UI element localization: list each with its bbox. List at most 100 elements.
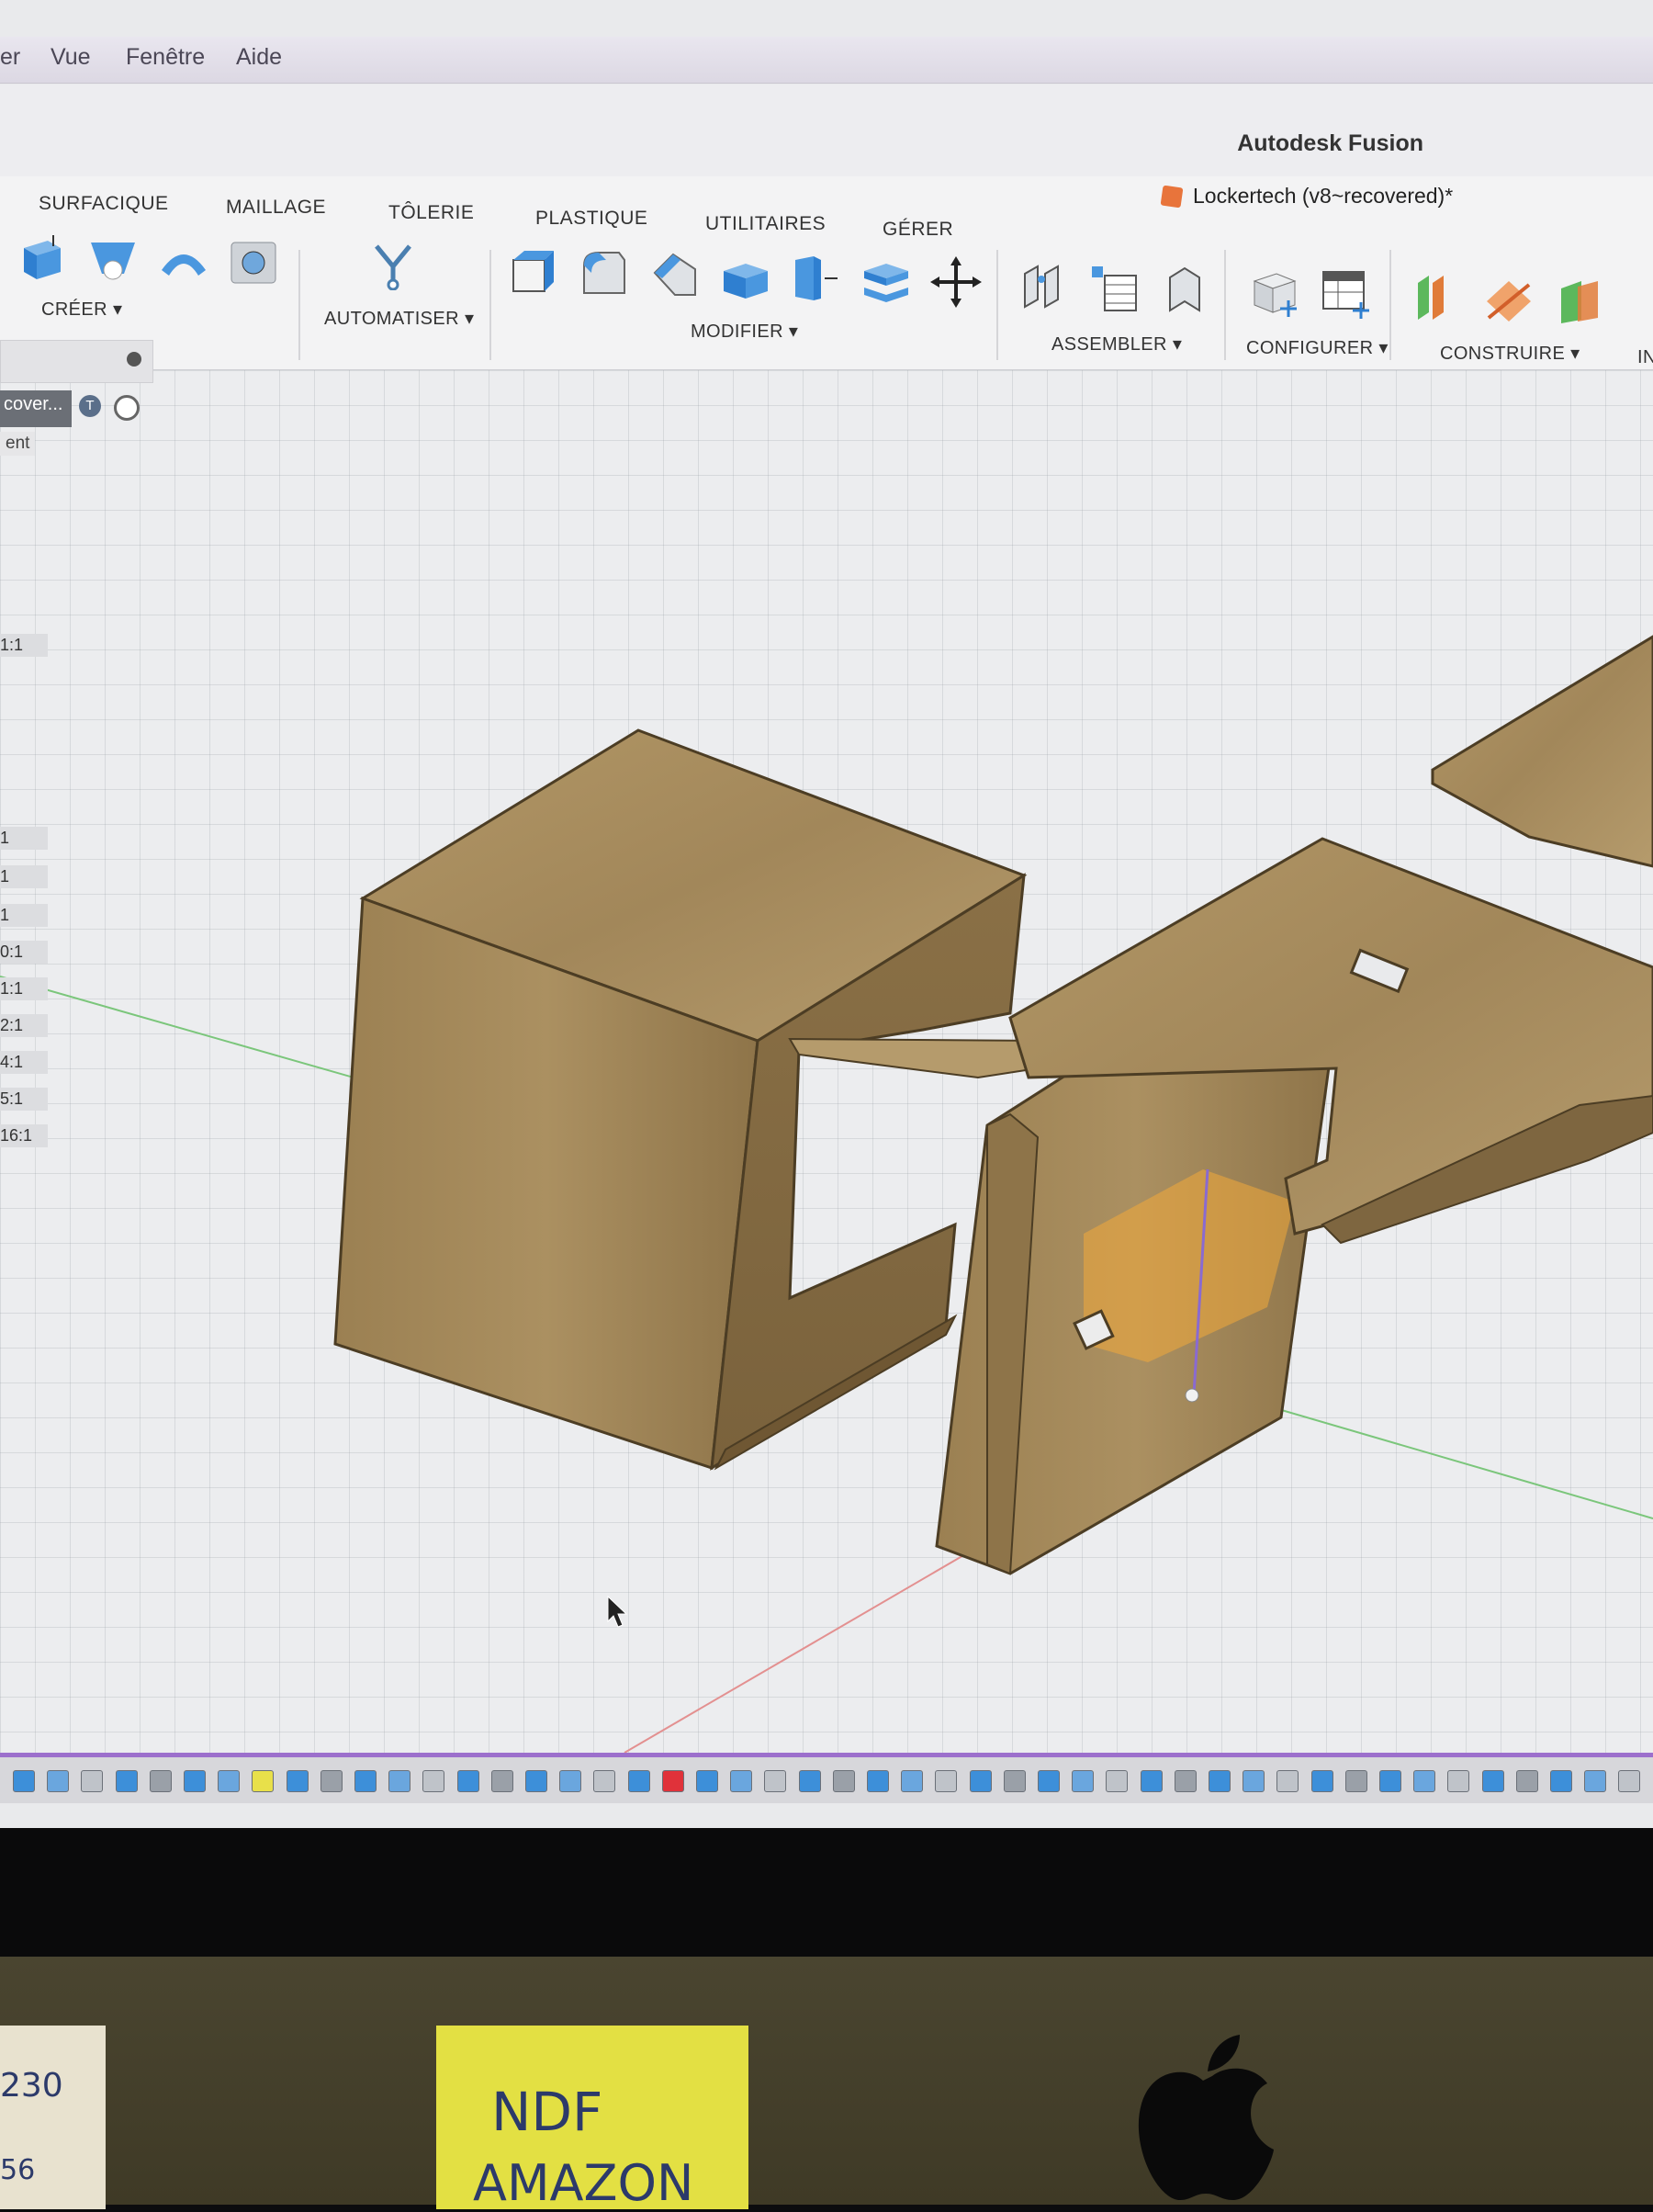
text-icon[interactable]: T xyxy=(79,395,101,417)
timeline-feature-icon[interactable] xyxy=(218,1770,241,1792)
ratio-item[interactable]: 1 xyxy=(0,904,48,927)
timeline-feature-icon[interactable] xyxy=(1550,1770,1572,1792)
group-configure[interactable]: CONFIGURER ▾ xyxy=(1246,336,1389,359)
timeline-feature-icon[interactable] xyxy=(184,1770,206,1792)
ratio-item[interactable]: 4:1 xyxy=(0,1051,48,1074)
browser-panel-header[interactable] xyxy=(0,340,153,383)
joint-icon[interactable] xyxy=(1018,261,1069,312)
group-automate[interactable]: AUTOMATISER ▾ xyxy=(324,307,474,330)
scale-icon[interactable] xyxy=(860,254,912,306)
timeline-feature-icon[interactable] xyxy=(1209,1770,1231,1792)
tab-mesh[interactable]: MAILLAGE xyxy=(226,197,326,219)
group-modify[interactable]: MODIFIER ▾ xyxy=(691,320,798,343)
canvas-viewport[interactable]: ✥▾ ▤ ✋ 🔍 ⊕▾ ▭▾ ▦▾ ▣▾ xyxy=(0,370,1653,1753)
tangent-plane-icon[interactable] xyxy=(1554,276,1605,327)
timeline-feature-icon[interactable] xyxy=(935,1770,958,1792)
timeline-feature-icon[interactable] xyxy=(1344,1770,1367,1792)
ratio-item[interactable]: 2:1 xyxy=(0,1014,48,1037)
wooden-box-assembly[interactable] xyxy=(333,728,1044,1471)
model-canvas[interactable] xyxy=(0,370,1653,1753)
timeline-feature-icon[interactable] xyxy=(1618,1770,1641,1792)
fillet-icon[interactable] xyxy=(579,247,630,299)
timeline-feature-icon[interactable] xyxy=(764,1770,787,1792)
timeline-feature-icon[interactable] xyxy=(696,1770,718,1792)
timeline-feature-icon[interactable] xyxy=(1174,1770,1197,1792)
ratio-item[interactable]: 1:1 xyxy=(0,634,48,657)
timeline-feature-icon[interactable] xyxy=(490,1770,513,1792)
timeline-feature-icon[interactable] xyxy=(149,1770,172,1792)
timeline-feature-icon[interactable] xyxy=(1140,1770,1163,1792)
bill-of-materials-icon[interactable] xyxy=(1088,263,1140,314)
browser-subitem[interactable]: ent xyxy=(0,432,36,456)
configure-icon[interactable] xyxy=(1249,266,1300,318)
timeline-feature-icon[interactable] xyxy=(286,1770,309,1792)
rigid-group-icon[interactable] xyxy=(1159,265,1210,316)
timeline-feature-icon[interactable] xyxy=(1106,1770,1129,1792)
timeline-feature-icon[interactable] xyxy=(1276,1770,1299,1792)
timeline-feature-icon[interactable] xyxy=(388,1770,411,1792)
shell-icon[interactable] xyxy=(720,251,771,302)
hole-icon[interactable] xyxy=(228,237,279,288)
timeline-feature-icon[interactable] xyxy=(1447,1770,1470,1792)
chamfer-icon[interactable] xyxy=(649,249,701,300)
timeline-feature-icon[interactable] xyxy=(1243,1770,1265,1792)
menu-item-window[interactable]: Fenêtre xyxy=(126,44,205,71)
group-inspect[interactable]: IN xyxy=(1637,347,1653,368)
document-tab[interactable]: Lockertech (v8~recovered)* xyxy=(1160,184,1453,209)
press-pull-icon[interactable] xyxy=(508,245,559,297)
group-construct[interactable]: CONSTRUIRE ▾ xyxy=(1440,342,1580,365)
timeline-feature-icon[interactable] xyxy=(627,1770,650,1792)
timeline-feature-icon[interactable] xyxy=(832,1770,855,1792)
group-assemble[interactable]: ASSEMBLER ▾ xyxy=(1051,333,1182,356)
timeline-feature-icon[interactable] xyxy=(1413,1770,1436,1792)
timeline-feature-icon[interactable] xyxy=(661,1770,684,1792)
ratio-item[interactable]: 1 xyxy=(0,865,48,888)
plane-at-angle-icon[interactable] xyxy=(1483,274,1535,325)
timeline-feature-icon[interactable] xyxy=(901,1770,924,1792)
menu-item-view[interactable]: Vue xyxy=(51,44,91,71)
ratio-item[interactable]: 16:1 xyxy=(0,1124,48,1147)
timeline[interactable] xyxy=(0,1753,1653,1803)
ratio-item[interactable]: 1:1 xyxy=(0,977,48,1000)
timeline-feature-icon[interactable] xyxy=(1481,1770,1504,1792)
revolve-icon[interactable] xyxy=(87,233,139,285)
timeline-feature-icon[interactable] xyxy=(320,1770,343,1792)
sweep-icon[interactable] xyxy=(158,235,209,287)
timeline-feature-icon[interactable] xyxy=(13,1770,35,1792)
timeline-feature-icon[interactable] xyxy=(252,1770,275,1792)
menu-item-file[interactable]: er xyxy=(0,44,20,71)
extrude-icon[interactable] xyxy=(17,231,68,283)
tab-plastic[interactable]: PLASTIQUE xyxy=(535,208,647,230)
timeline-feature-icon[interactable] xyxy=(422,1770,445,1792)
timeline-feature-icon[interactable] xyxy=(1379,1770,1401,1792)
timeline-feature-icon[interactable] xyxy=(81,1770,104,1792)
ratio-item[interactable]: 5:1 xyxy=(0,1088,48,1111)
ratio-item[interactable]: 0:1 xyxy=(0,941,48,964)
timeline-feature-icon[interactable] xyxy=(559,1770,582,1792)
collapse-icon[interactable] xyxy=(127,352,141,367)
ratio-item[interactable]: 1 xyxy=(0,827,48,850)
timeline-feature-icon[interactable] xyxy=(969,1770,992,1792)
configuration-table-icon[interactable] xyxy=(1320,268,1371,320)
timeline-feature-icon[interactable] xyxy=(47,1770,70,1792)
radio-icon[interactable] xyxy=(114,395,140,421)
timeline-feature-icon[interactable] xyxy=(730,1770,753,1792)
group-create[interactable]: CRÉER ▾ xyxy=(41,298,122,321)
browser-document-item[interactable]: cover... xyxy=(0,390,73,427)
timeline-feature-icon[interactable] xyxy=(456,1770,479,1792)
move-icon[interactable] xyxy=(930,256,982,308)
origin-point[interactable] xyxy=(1185,1388,1199,1403)
tab-manage[interactable]: GÉRER xyxy=(883,219,953,241)
timeline-feature-icon[interactable] xyxy=(1003,1770,1026,1792)
menu-item-help[interactable]: Aide xyxy=(236,44,282,71)
timeline-feature-icon[interactable] xyxy=(798,1770,821,1792)
tab-sheet-metal[interactable]: TÔLERIE xyxy=(388,202,474,224)
timeline-feature-icon[interactable] xyxy=(867,1770,889,1792)
timeline-feature-icon[interactable] xyxy=(354,1770,377,1792)
timeline-feature-icon[interactable] xyxy=(1038,1770,1060,1792)
timeline-feature-icon[interactable] xyxy=(1584,1770,1607,1792)
tab-utilities[interactable]: UTILITAIRES xyxy=(705,213,826,235)
timeline-feature-icon[interactable] xyxy=(1310,1770,1333,1792)
timeline-feature-icon[interactable] xyxy=(1515,1770,1538,1792)
timeline-feature-icon[interactable] xyxy=(525,1770,547,1792)
